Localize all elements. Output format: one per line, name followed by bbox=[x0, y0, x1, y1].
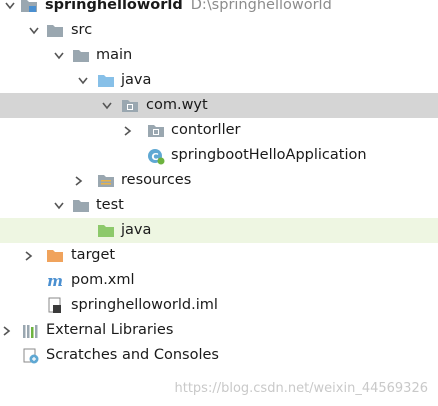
tree-row-root[interactable]: springhelloworld D:\springhelloworld bbox=[0, 0, 438, 18]
folder-icon bbox=[72, 197, 90, 214]
excluded-folder-icon bbox=[46, 247, 64, 264]
tree-row-package[interactable]: com.wyt bbox=[0, 93, 438, 118]
tree-row-main-java[interactable]: java bbox=[0, 68, 438, 93]
libraries-icon bbox=[22, 322, 40, 339]
app-class-label: springbootHelloApplication bbox=[171, 147, 367, 163]
tree-row-test[interactable]: test bbox=[0, 193, 438, 218]
main-label: main bbox=[96, 47, 133, 63]
main-java-label: java bbox=[121, 72, 152, 88]
test-source-root-folder-icon bbox=[97, 222, 115, 239]
tree-row-pom[interactable]: m pom.xml bbox=[0, 268, 438, 293]
iml-label: springhelloworld.iml bbox=[71, 297, 218, 313]
scratches-label: Scratches and Consoles bbox=[46, 347, 219, 363]
chevron-down-icon[interactable] bbox=[27, 18, 41, 43]
spring-boot-class-icon: C bbox=[147, 147, 165, 164]
folder-icon bbox=[72, 47, 90, 64]
external-libraries-label: External Libraries bbox=[46, 322, 174, 338]
root-label: springhelloworld D:\springhelloworld bbox=[45, 0, 332, 15]
watermark-text: https://blog.csdn.net/weixin_44569326 bbox=[174, 381, 428, 396]
root-path: D:\springhelloworld bbox=[190, 0, 332, 13]
chevron-down-icon[interactable] bbox=[52, 193, 66, 218]
package-label: com.wyt bbox=[146, 97, 208, 113]
resources-folder-icon bbox=[97, 172, 115, 189]
chevron-right-icon[interactable] bbox=[22, 243, 36, 268]
root-name: springhelloworld bbox=[45, 0, 183, 13]
tree-row-iml[interactable]: springhelloworld.iml bbox=[0, 293, 438, 318]
chevron-right-icon[interactable] bbox=[72, 168, 86, 193]
chevron-down-icon[interactable] bbox=[52, 43, 66, 68]
tree-row-target[interactable]: target bbox=[0, 243, 438, 268]
module-folder-icon bbox=[20, 0, 38, 14]
svg-text:m: m bbox=[47, 273, 63, 289]
tree-row-src[interactable]: src bbox=[0, 18, 438, 43]
folder-icon bbox=[46, 22, 64, 39]
resources-label: resources bbox=[121, 172, 192, 188]
source-root-folder-icon bbox=[97, 72, 115, 89]
target-label: target bbox=[71, 247, 116, 263]
tree-row-scratches[interactable]: Scratches and Consoles bbox=[0, 343, 438, 368]
test-java-label: java bbox=[121, 222, 152, 238]
tree-row-resources[interactable]: resources bbox=[0, 168, 438, 193]
iml-file-icon bbox=[46, 297, 64, 314]
package-icon bbox=[147, 122, 165, 139]
chevron-down-icon[interactable] bbox=[3, 0, 17, 18]
tree-row-controller[interactable]: contorller bbox=[0, 118, 438, 143]
chevron-right-icon[interactable] bbox=[0, 318, 14, 343]
src-label: src bbox=[71, 22, 93, 38]
chevron-down-icon[interactable] bbox=[100, 93, 114, 118]
scratches-icon bbox=[22, 347, 40, 364]
pom-label: pom.xml bbox=[71, 272, 135, 288]
tree-row-app-class[interactable]: C springbootHelloApplication bbox=[0, 143, 438, 168]
package-icon bbox=[121, 97, 139, 114]
chevron-down-icon[interactable] bbox=[76, 68, 90, 93]
tree-row-main[interactable]: main bbox=[0, 43, 438, 68]
tree-row-test-java[interactable]: java bbox=[0, 218, 438, 243]
maven-icon: m bbox=[46, 272, 64, 289]
chevron-right-icon[interactable] bbox=[121, 118, 135, 143]
controller-label: contorller bbox=[171, 122, 241, 138]
tree-row-external-libraries[interactable]: External Libraries bbox=[0, 318, 438, 343]
test-label: test bbox=[96, 197, 124, 213]
